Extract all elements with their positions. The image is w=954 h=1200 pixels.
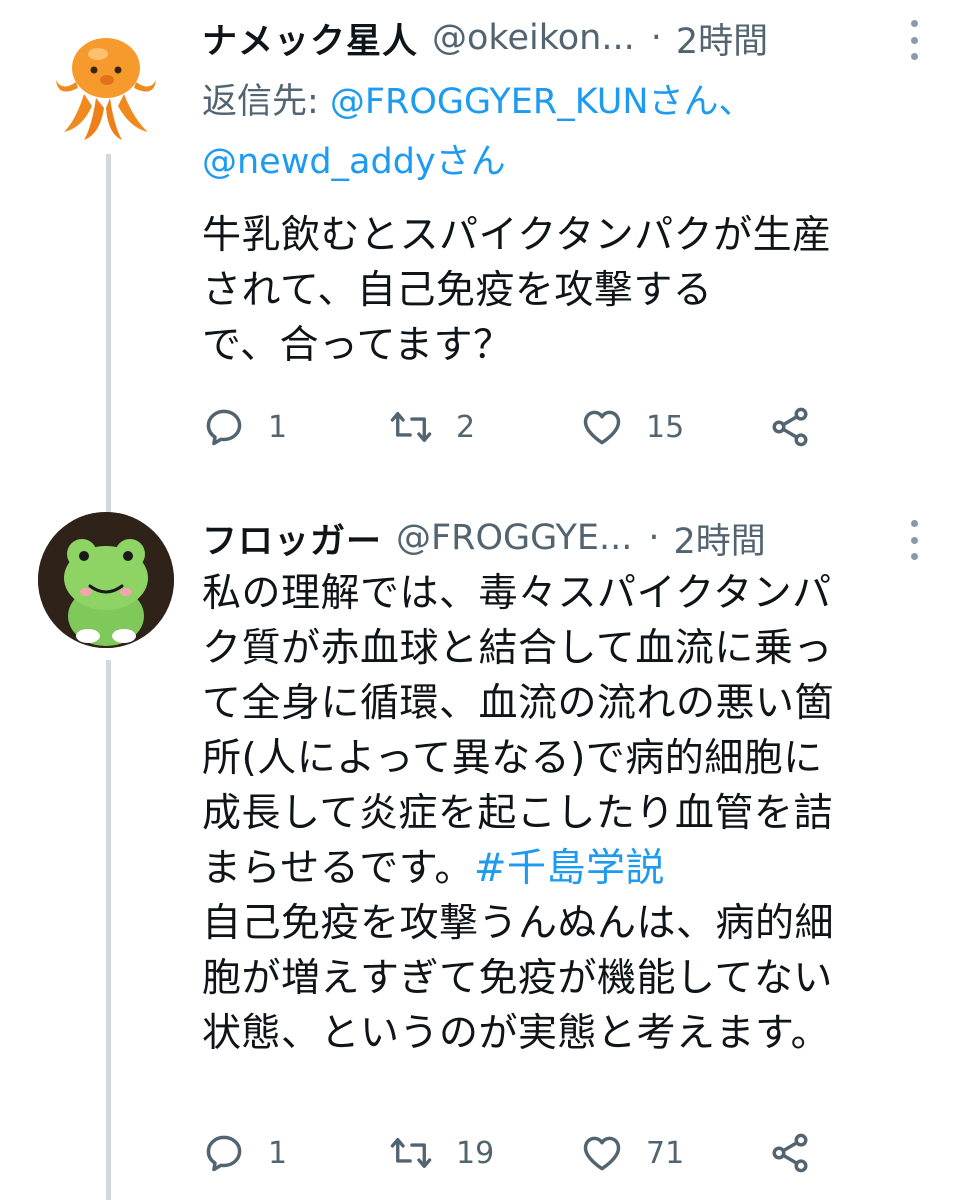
frog-plush-avatar-icon[interactable]: [38, 512, 174, 648]
tweet-text-line: 成長して炎症を起こしたり血管を詰: [202, 791, 833, 836]
like-button[interactable]: 15: [580, 402, 684, 452]
tweet-header: フロッガー @FROGGYE... · 2時間: [202, 512, 918, 564]
tweet-text-line: 胞が増えすぎて免疫が機能してない: [202, 956, 833, 1001]
more-options-icon[interactable]: [902, 520, 926, 560]
tweet-text-line: で、合ってます？: [202, 323, 513, 368]
tweet-header: ナメック星人 @okeikon... · 2時間: [202, 12, 918, 64]
tweet-text-line: ク質が赤血球と結合して血流に乗っ: [202, 626, 833, 671]
separator-dot: ·: [648, 518, 660, 558]
author-handle[interactable]: @okeikon...: [432, 18, 635, 58]
retweet-count: 19: [456, 1135, 495, 1171]
reply-icon: [206, 1135, 242, 1172]
retweet-button[interactable]: 2: [388, 402, 475, 452]
tweet-text-segment: まらせるです。: [202, 846, 474, 891]
retweet-icon: [390, 1138, 432, 1168]
retweet-icon: [390, 412, 432, 442]
like-button[interactable]: 71: [580, 1128, 684, 1178]
tweet-timestamp[interactable]: 2時間: [676, 13, 768, 64]
tweet-text-line: 私の理解では、毒々スパイクタンパ: [202, 571, 832, 616]
tweet-text-line: て全身に循環、血流の流れの悪い箇: [202, 681, 835, 726]
reply-thread: ナメック星人 @okeikon... · 2時間 返信先: @FROGGYER_…: [0, 0, 954, 1200]
tweet-actions: 1 19 71: [202, 1128, 822, 1178]
tweet-text: 牛乳飲むとスパイクタンパクが生産 されて、自己免疫を攻撃する で、合ってます？: [202, 208, 918, 373]
author-name[interactable]: フロッガー: [202, 513, 382, 564]
tweet-timestamp[interactable]: 2時間: [674, 513, 766, 564]
heart-icon: [583, 1136, 621, 1171]
share-icon: [772, 1133, 808, 1173]
reply-mention-link[interactable]: @newd_addyさん: [202, 142, 506, 182]
reply-icon: [206, 409, 242, 446]
share-button[interactable]: [768, 1128, 812, 1178]
retweet-button[interactable]: 19: [388, 1128, 494, 1178]
tweet-text-line: されて、自己免疫を攻撃する: [202, 268, 713, 313]
separator-dot: ·: [650, 18, 662, 58]
tweet-text-line: 所(人によって異なる)で病的細胞に: [202, 736, 823, 781]
reply-button[interactable]: 1: [202, 402, 287, 452]
reply-prefix: 返信先:: [202, 82, 330, 122]
tweet-text-line: まらせるです。#千島学説: [202, 841, 918, 896]
tweet-text-line: 牛乳飲むとスパイクタンパクが生産: [202, 213, 832, 258]
tweet-text-line: 状態、というのが実態と考えます。: [202, 1011, 831, 1056]
reply-context: 返信先: @FROGGYER_KUNさん、 @newd_addyさん: [202, 72, 918, 192]
tweet-actions: 1 2 15: [202, 402, 822, 452]
reply-mention-link[interactable]: @FROGGYER_KUNさん、: [330, 82, 754, 122]
author-name[interactable]: ナメック星人: [202, 13, 418, 64]
tweet[interactable]: フロッガー @FROGGYE... · 2時間 私の理解では、毒々スパイクタンパ…: [0, 500, 954, 1200]
heart-icon: [583, 410, 621, 445]
like-count: 71: [646, 1135, 685, 1171]
share-button[interactable]: [768, 402, 812, 452]
reply-button[interactable]: 1: [202, 1128, 287, 1178]
tweet[interactable]: ナメック星人 @okeikon... · 2時間 返信先: @FROGGYER_…: [0, 0, 954, 500]
like-count: 15: [646, 409, 685, 445]
octopus-avatar-icon[interactable]: [38, 10, 174, 146]
reply-count: 1: [268, 1135, 288, 1171]
share-icon: [772, 407, 808, 447]
more-options-icon[interactable]: [902, 20, 926, 60]
tweet-text: 私の理解では、毒々スパイクタンパ ク質が赤血球と結合して血流に乗っ て全身に循環…: [202, 566, 918, 1061]
hashtag-link[interactable]: #千島学説: [474, 846, 665, 891]
retweet-count: 2: [456, 409, 476, 445]
tweet-text-line: 自己免疫を攻撃うんぬんは、病的細: [202, 901, 835, 946]
reply-count: 1: [268, 409, 288, 445]
author-handle[interactable]: @FROGGYE...: [396, 518, 632, 558]
